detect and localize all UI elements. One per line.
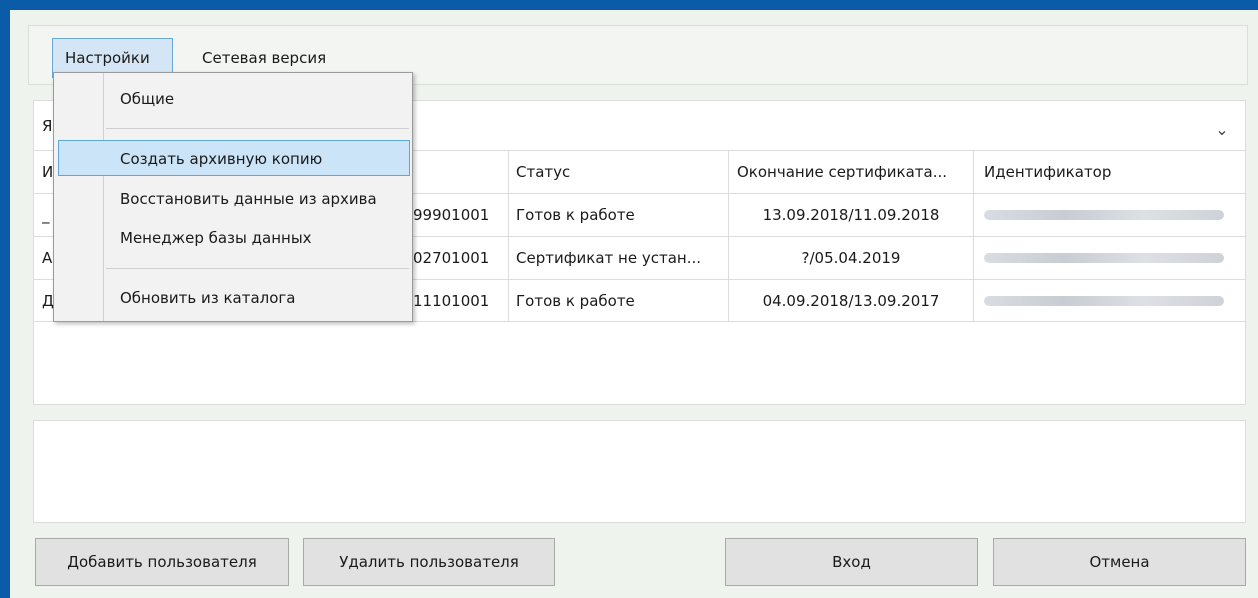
login-button[interactable]: Вход [725,538,978,586]
dropdown-icon-gutter [103,73,104,321]
table-row-code[interactable]: 99901001 [413,194,505,236]
table-row-code[interactable]: 02701001 [413,237,505,279]
column-header-identifier[interactable]: Идентификатор [984,151,1224,193]
add-user-button[interactable]: Добавить пользователя [35,538,289,586]
table-row-cert-end[interactable]: ?/05.04.2019 [729,237,973,279]
details-box [33,420,1246,523]
table-row-status[interactable]: Готов к работе [516,280,726,322]
chevron-down-icon[interactable]: ⌄ [1210,118,1234,142]
delete-user-button[interactable]: Удалить пользователя [303,538,555,586]
cancel-button[interactable]: Отмена [993,538,1246,586]
column-header-status[interactable]: Статус [516,151,726,193]
menu-item-general[interactable]: Общие [120,84,174,114]
table-row-identifier-blurred[interactable] [984,210,1224,220]
menu-separator [106,128,409,129]
table-row-status[interactable]: Сертификат не устан... [516,237,726,279]
menu-item-update-from-catalog[interactable]: Обновить из каталога [120,283,296,313]
table-row-identifier-blurred[interactable] [984,296,1224,306]
column-header-cert-end[interactable]: Окончание сертификата... [737,151,969,193]
menu-item-database-manager[interactable]: Менеджер базы данных [120,223,312,253]
table-row-status[interactable]: Готов к работе [516,194,726,236]
table-row-identifier-blurred[interactable] [984,253,1224,263]
menu-separator [106,268,409,269]
table-row-code[interactable]: 11101001 [413,280,505,322]
table-row-cert-end[interactable]: 13.09.2018/11.09.2018 [729,194,973,236]
menu-item-restore-from-archive[interactable]: Восстановить данные из архива [120,184,377,214]
table-row-cert-end[interactable]: 04.09.2018/13.09.2017 [729,280,973,322]
menu-item-create-backup[interactable]: Создать архивную копию [120,144,322,174]
